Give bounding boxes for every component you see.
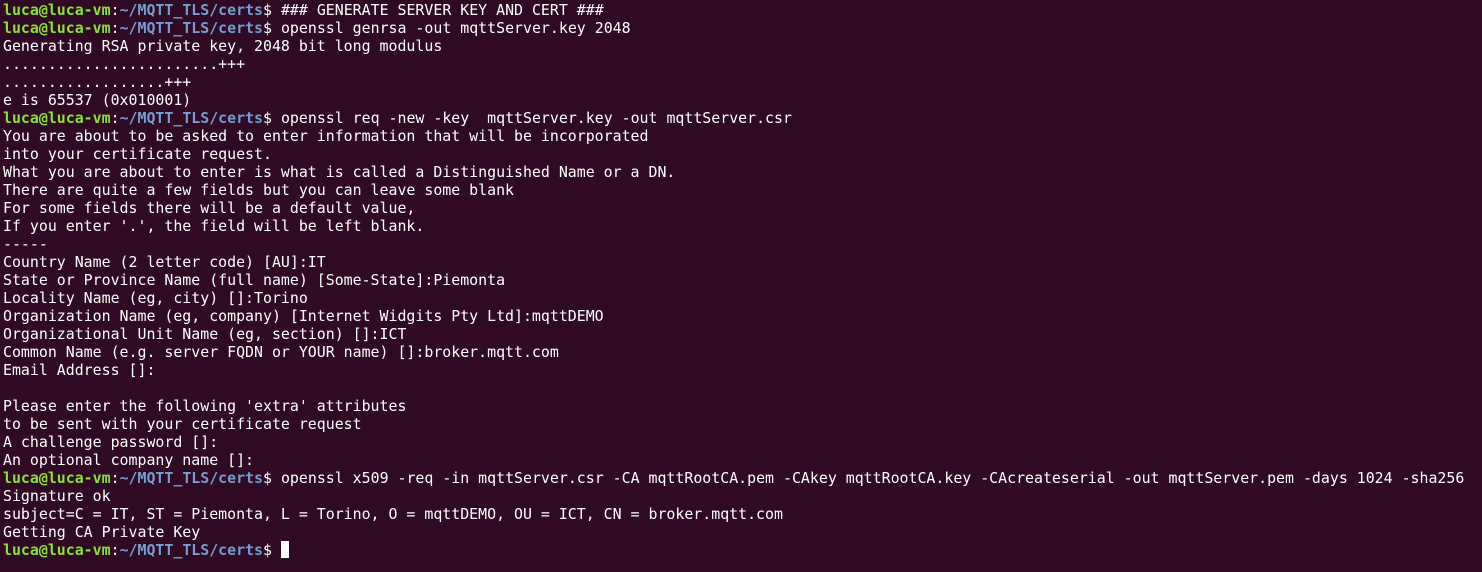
text-cursor[interactable]: [280, 541, 289, 558]
prompt-symbol: $: [263, 469, 281, 487]
output-line: ..................+++: [3, 73, 192, 91]
prompt-user: luca@luca-vm: [3, 469, 111, 487]
command-text: openssl genrsa -out mqttServer.key 2048: [280, 19, 631, 37]
output-line: State or Province Name (full name) [Some…: [3, 271, 506, 289]
prompt-line: luca@luca-vm:~/MQTT_TLS/certs$: [3, 541, 1482, 559]
output-line: into your certificate request.: [3, 145, 272, 163]
output-line: Getting CA Private Key: [3, 523, 201, 541]
output-line: Generating RSA private key, 2048 bit lon…: [3, 37, 443, 55]
prompt-symbol: $: [263, 541, 281, 559]
output-line: Signature ok: [3, 487, 111, 505]
output-line: -----: [3, 235, 48, 253]
prompt-path: ~/MQTT_TLS/certs: [119, 19, 264, 37]
output-line: Common Name (e.g. server FQDN or YOUR na…: [3, 343, 559, 361]
command-text: openssl x509 -req -in mqttServer.csr -CA…: [280, 469, 1465, 487]
output-line: If you enter '.', the field will be left…: [3, 217, 425, 235]
output-line: subject=C = IT, ST = Piemonta, L = Torin…: [3, 505, 783, 523]
output-line: An optional company name []:: [3, 451, 255, 469]
prompt-line: luca@luca-vm:~/MQTT_TLS/certs$ openssl g…: [3, 19, 1482, 37]
prompt-separator: :: [110, 1, 120, 19]
output-line: Organizational Unit Name (eg, section) […: [3, 325, 407, 343]
prompt-user: luca@luca-vm: [3, 109, 111, 127]
output-line: Please enter the following 'extra' attri…: [3, 397, 407, 415]
terminal-window[interactable]: luca@luca-vm:~/MQTT_TLS/certs$ ### GENER…: [0, 0, 1482, 572]
output-line: Email Address []:: [3, 361, 156, 379]
prompt-symbol: $: [263, 1, 281, 19]
output-line: Locality Name (eg, city) []:Torino: [3, 289, 308, 307]
command-text: ### GENERATE SERVER KEY AND CERT ###: [280, 1, 604, 19]
prompt-path: ~/MQTT_TLS/certs: [119, 469, 264, 487]
prompt-symbol: $: [263, 19, 281, 37]
output-line: ........................+++: [3, 55, 246, 73]
output-line: What you are about to enter is what is c…: [3, 163, 676, 181]
output-line: You are about to be asked to enter infor…: [3, 127, 649, 145]
output-line: Organization Name (eg, company) [Interne…: [3, 307, 604, 325]
prompt-separator: :: [110, 469, 120, 487]
output-line: There are quite a few fields but you can…: [3, 181, 515, 199]
prompt-separator: :: [110, 109, 120, 127]
prompt-separator: :: [110, 541, 120, 559]
output-line: e is 65537 (0x010001): [3, 91, 192, 109]
prompt-line: luca@luca-vm:~/MQTT_TLS/certs$ ### GENER…: [3, 1, 1482, 19]
output-line: Country Name (2 letter code) [AU]:IT: [3, 253, 326, 271]
prompt-symbol: $: [263, 109, 281, 127]
prompt-user: luca@luca-vm: [3, 541, 111, 559]
command-text: openssl req -new -key mqttServer.key -ou…: [280, 109, 792, 127]
prompt-line: luca@luca-vm:~/MQTT_TLS/certs$ openssl x…: [3, 469, 1482, 487]
prompt-user: luca@luca-vm: [3, 19, 111, 37]
prompt-path: ~/MQTT_TLS/certs: [119, 1, 264, 19]
output-line: For some fields there will be a default …: [3, 199, 416, 217]
output-line: to be sent with your certificate request: [3, 415, 362, 433]
prompt-path: ~/MQTT_TLS/certs: [119, 109, 264, 127]
prompt-user: luca@luca-vm: [3, 1, 111, 19]
prompt-path: ~/MQTT_TLS/certs: [119, 541, 264, 559]
output-line: A challenge password []:: [3, 433, 219, 451]
prompt-separator: :: [110, 19, 120, 37]
prompt-line: luca@luca-vm:~/MQTT_TLS/certs$ openssl r…: [3, 109, 1482, 127]
